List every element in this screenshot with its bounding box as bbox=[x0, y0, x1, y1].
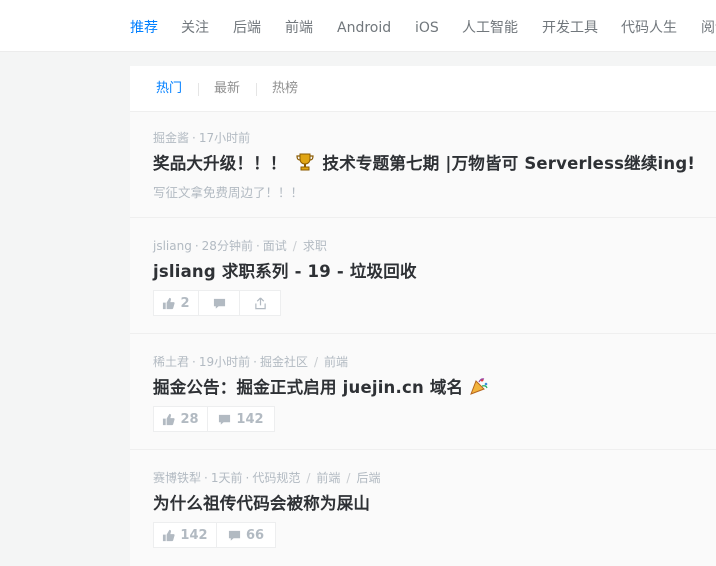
entry-actions: 142 66 bbox=[153, 522, 276, 548]
feed-sort-tabs: 热门 最新 热榜 bbox=[130, 66, 716, 112]
feed-item[interactable]: 赛博铁犁 · 1天前 · 代码规范 / 前端 / 后端 为什么祖传代码会被称为屎山 142 66 bbox=[130, 450, 716, 566]
tag-link[interactable]: 后端 bbox=[356, 471, 380, 485]
sort-tab-latest[interactable]: 最新 bbox=[214, 66, 240, 112]
share-icon bbox=[254, 297, 267, 310]
feed-item[interactable]: 稀土君 · 19小时前 · 掘金社区 / 前端 掘金公告：掘金正式启用 juejin.cn … bbox=[130, 334, 716, 450]
author-link[interactable]: 掘金酱 bbox=[153, 131, 189, 145]
comment-icon bbox=[228, 529, 241, 542]
title-text: 掘金公告：掘金正式启用 juejin.cn 域名 bbox=[153, 378, 464, 397]
nav-tab-reading[interactable]: 阅读 bbox=[701, 0, 716, 52]
tag-link[interactable]: 求职 bbox=[303, 239, 327, 253]
sort-tab-ranking[interactable]: 热榜 bbox=[272, 66, 298, 112]
post-time: 19小时前 bbox=[198, 355, 251, 369]
like-count: 28 bbox=[180, 411, 199, 427]
title-text: 奖品大升级！！！ bbox=[153, 154, 287, 173]
like-icon bbox=[162, 297, 176, 310]
comment-icon bbox=[213, 297, 226, 310]
comment-icon bbox=[218, 413, 231, 426]
like-icon bbox=[162, 529, 176, 542]
entry-actions: 28 142 bbox=[153, 406, 275, 432]
nav-tab-dev-tools[interactable]: 开发工具 bbox=[542, 0, 598, 52]
like-button[interactable]: 28 bbox=[153, 406, 208, 432]
nav-tab-ios[interactable]: iOS bbox=[415, 0, 439, 52]
feed-item[interactable]: jsliang · 28分钟前 · 面试 / 求职 jsliang 求职系列 - 19 - … bbox=[130, 218, 716, 334]
entry-title[interactable]: 为什么祖传代码会被称为屎山 bbox=[153, 490, 370, 514]
like-count: 2 bbox=[180, 295, 190, 311]
feed-item[interactable]: 掘金酱 · 17小时前 奖品大升级！！！ 技术专题第七期 |万物皆可 Serverl… bbox=[130, 112, 716, 218]
entry-title[interactable]: jsliang 求职系列 - 19 - 垃圾回收 bbox=[153, 258, 417, 282]
author-link[interactable]: 赛博铁犁 bbox=[153, 471, 201, 485]
title-text: 技术专题第七期 |万物皆可 Serverless继续ing! bbox=[322, 154, 696, 173]
nav-tab-frontend[interactable]: 前端 bbox=[285, 0, 313, 52]
comment-count: 142 bbox=[236, 411, 264, 427]
nav-tab-android[interactable]: Android bbox=[337, 0, 391, 52]
comment-button[interactable]: 142 bbox=[208, 406, 275, 432]
share-button[interactable] bbox=[240, 290, 281, 316]
feed-card: 热门 最新 热榜 掘金酱 · 17小时前 奖品大升级！！！ 技术专题第七期 |万物皆… bbox=[130, 66, 716, 566]
tag-link[interactable]: 掘金社区 bbox=[260, 355, 308, 369]
top-navigation: 推荐 关注 后端 前端 Android iOS 人工智能 开发工具 代码人生 阅… bbox=[0, 0, 716, 52]
post-time: 1天前 bbox=[210, 471, 243, 485]
like-button[interactable]: 142 bbox=[153, 522, 217, 548]
nav-tab-following[interactable]: 关注 bbox=[181, 0, 209, 52]
entry-meta: 稀土君 · 19小时前 · 掘金社区 / 前端 bbox=[153, 355, 349, 369]
like-icon bbox=[162, 413, 176, 426]
tag-link[interactable]: 面试 bbox=[263, 239, 287, 253]
nav-tab-code-life[interactable]: 代码人生 bbox=[621, 0, 677, 52]
tag-link[interactable]: 代码规范 bbox=[252, 471, 300, 485]
nav-tab-ai[interactable]: 人工智能 bbox=[462, 0, 518, 52]
entry-actions: 2 bbox=[153, 290, 281, 316]
entry-meta: 掘金酱 · 17小时前 bbox=[153, 131, 251, 145]
party-popper-icon bbox=[469, 376, 489, 400]
author-link[interactable]: jsliang bbox=[153, 239, 192, 253]
tab-divider bbox=[256, 83, 257, 96]
tag-link[interactable]: 前端 bbox=[316, 471, 340, 485]
like-button[interactable]: 2 bbox=[153, 290, 199, 316]
entry-title[interactable]: 奖品大升级！！！ 技术专题第七期 |万物皆可 Serverless继续ing! bbox=[153, 150, 695, 176]
nav-tab-recommend[interactable]: 推荐 bbox=[130, 0, 158, 52]
entry-title[interactable]: 掘金公告：掘金正式启用 juejin.cn 域名 bbox=[153, 374, 489, 400]
post-time: 17小时前 bbox=[198, 131, 251, 145]
sort-tab-hot[interactable]: 热门 bbox=[156, 66, 182, 112]
author-link[interactable]: 稀土君 bbox=[153, 355, 189, 369]
entry-description: 写征文拿免费周边了！！！ bbox=[153, 185, 304, 200]
tag-link[interactable]: 前端 bbox=[324, 355, 348, 369]
comment-count: 66 bbox=[245, 527, 265, 543]
entry-meta: 赛博铁犁 · 1天前 · 代码规范 / 前端 / 后端 bbox=[153, 471, 381, 485]
nav-tab-backend[interactable]: 后端 bbox=[233, 0, 261, 52]
like-count: 142 bbox=[180, 527, 208, 543]
trophy-icon bbox=[295, 152, 315, 176]
post-time: 28分钟前 bbox=[201, 239, 253, 253]
comment-button[interactable]: 66 bbox=[217, 522, 276, 548]
entry-meta: jsliang · 28分钟前 · 面试 / 求职 bbox=[153, 239, 327, 253]
tab-divider bbox=[198, 83, 199, 96]
comment-button[interactable] bbox=[199, 290, 240, 316]
